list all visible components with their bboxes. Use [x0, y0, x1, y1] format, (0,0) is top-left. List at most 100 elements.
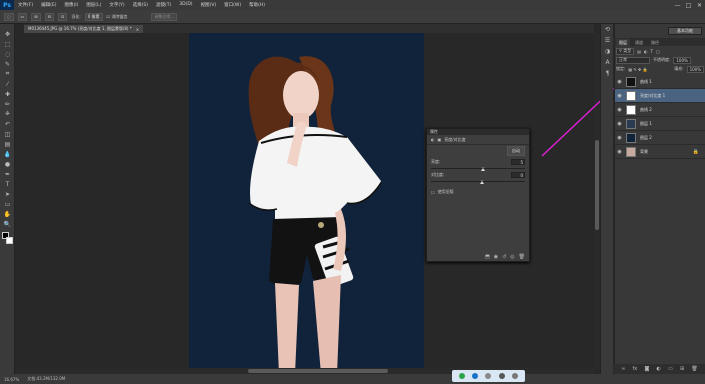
shape-tool-icon[interactable]: ▭ — [0, 200, 15, 208]
menu-item[interactable]: 图层(L) — [82, 2, 105, 8]
history-brush-tool-icon[interactable]: ↶ — [0, 120, 15, 128]
adjust-icon[interactable]: ◑ — [601, 46, 614, 57]
filter-kind-select[interactable]: ⚲ 类型 — [616, 47, 635, 55]
delete-icon[interactable]: 🗑 — [519, 254, 525, 260]
color-swatches[interactable] — [0, 232, 15, 246]
tab-close-icon[interactable]: × — [136, 27, 139, 32]
layer-name[interactable]: 背景 — [640, 149, 648, 155]
layer-row[interactable]: ◉ 图层 2 — [615, 131, 705, 145]
zoom-tool-icon[interactable]: 🔍 — [0, 220, 15, 228]
reset-icon[interactable]: ↺ — [502, 254, 506, 260]
new-layer-icon[interactable]: ⊞ — [680, 366, 684, 372]
history-icon[interactable]: ⟲ — [601, 24, 614, 35]
menu-item[interactable]: 文字(Y) — [105, 2, 128, 8]
move-tool-icon[interactable]: ✥ — [0, 30, 15, 38]
layer-thumbnail[interactable] — [626, 104, 636, 115]
new-selection-button[interactable]: ▭ — [17, 12, 28, 21]
fx-icon[interactable]: fx — [633, 366, 638, 372]
antialias-checkbox[interactable]: ☑ 消除锯齿 — [107, 14, 128, 20]
mask-icon[interactable]: ▣ — [438, 137, 442, 142]
paragraph-icon[interactable]: ¶ — [601, 68, 614, 79]
quick-select-tool-icon[interactable]: ✎ — [0, 60, 15, 68]
document-canvas[interactable] — [189, 33, 424, 374]
view-previous-icon[interactable]: ◉ — [494, 254, 498, 260]
workspace-switcher[interactable]: 基本功能 — [668, 27, 702, 35]
layer-row[interactable]: ◉ 曲线 2 — [615, 103, 705, 117]
contrast-slider-thumb[interactable] — [480, 180, 484, 184]
layer-row[interactable]: ◉ 曲线 1 — [615, 75, 705, 89]
marquee-tool-icon[interactable]: ⬚ — [0, 40, 15, 48]
ime-keyboard-icon[interactable] — [498, 373, 505, 379]
menu-item[interactable]: 滤镜(T) — [152, 2, 175, 8]
ime-punct-icon[interactable] — [485, 373, 492, 379]
gradient-tool-icon[interactable]: ▤ — [0, 140, 15, 148]
eye-icon[interactable]: ◉ — [615, 149, 624, 155]
eye-icon[interactable]: ◉ — [615, 93, 624, 99]
eyedropper-tool-icon[interactable]: ⁄ — [0, 80, 15, 88]
tool-preset-button[interactable]: ◌ — [4, 12, 14, 21]
fill-input[interactable]: 100% — [686, 65, 704, 73]
maximize-button[interactable]: □ — [683, 0, 694, 10]
layer-thumbnail[interactable] — [626, 90, 636, 101]
close-button[interactable]: ✕ — [694, 0, 705, 10]
menu-item[interactable]: 帮助(H) — [245, 2, 269, 8]
pen-tool-icon[interactable]: ✒ — [0, 170, 15, 178]
menu-item[interactable]: 文件(F) — [14, 2, 37, 8]
tab-channels[interactable]: 通道 — [632, 39, 646, 46]
menu-item[interactable]: 视图(V) — [197, 2, 221, 8]
legacy-checkbox[interactable]: ☐ — [431, 190, 435, 195]
stamp-tool-icon[interactable]: ⎈ — [0, 110, 15, 118]
zoom-level[interactable]: 16.67% — [4, 377, 19, 382]
lock-icons[interactable]: ▦ ✎ ✥ 🔒 — [628, 67, 647, 72]
eye-icon[interactable]: ◉ — [615, 121, 624, 127]
layer-name[interactable]: 曲线 1 — [640, 79, 652, 85]
layer-thumbnail[interactable] — [626, 132, 636, 143]
layer-name[interactable]: 亮度/对比度 1 — [640, 93, 665, 99]
adjustment-layer-icon[interactable]: ◐ — [657, 366, 661, 372]
background-color[interactable] — [6, 237, 13, 244]
eye-icon[interactable]: ◉ — [615, 135, 624, 141]
layer-row[interactable]: ◉ 亮度/对比度 1 — [615, 89, 705, 103]
contrast-input[interactable]: 0 — [511, 172, 525, 178]
contrast-slider[interactable] — [431, 180, 525, 184]
hand-tool-icon[interactable]: ✋ — [0, 210, 15, 218]
brush-tool-icon[interactable]: ✏ — [0, 100, 15, 108]
lasso-tool-icon[interactable]: ◌ — [0, 50, 15, 58]
subtract-selection-button[interactable]: ⊟ — [44, 12, 54, 21]
link-icon[interactable]: ∞ — [621, 366, 625, 372]
layer-row[interactable]: ◉ 图层 1 — [615, 117, 705, 131]
character-icon[interactable]: A — [601, 57, 614, 68]
menu-item[interactable]: 图像(I) — [60, 2, 82, 8]
layer-thumbnail[interactable] — [626, 146, 636, 157]
filter-shape-icon[interactable]: ▢ — [656, 49, 660, 54]
blend-mode-select[interactable]: 正常 — [616, 56, 650, 64]
menu-item[interactable]: 3D(D) — [175, 2, 196, 8]
auto-button[interactable]: 自动 — [507, 146, 525, 156]
layer-row[interactable]: ◉ 背景 🔒 — [615, 145, 705, 159]
menu-item[interactable]: 选择(S) — [129, 2, 152, 8]
layer-thumbnail[interactable] — [626, 118, 636, 129]
minimize-button[interactable]: — — [672, 0, 683, 10]
path-select-tool-icon[interactable]: ➤ — [0, 190, 15, 198]
ime-logo-icon[interactable] — [459, 373, 466, 379]
horizontal-scroll-thumb[interactable] — [248, 369, 388, 373]
feather-input[interactable]: 0 像素 — [84, 12, 103, 21]
layer-name[interactable]: 图层 2 — [640, 135, 652, 141]
add-mask-icon[interactable]: ◙ — [644, 366, 649, 372]
crop-tool-icon[interactable]: ⌗ — [0, 70, 15, 78]
trash-icon[interactable]: 🗑 — [691, 366, 697, 372]
intersect-selection-button[interactable]: ⊡ — [58, 12, 68, 21]
layer-name[interactable]: 图层 1 — [640, 121, 652, 127]
tab-layers[interactable]: 图层 — [616, 39, 630, 46]
eye-icon[interactable]: ◉ — [615, 107, 624, 113]
document-tab[interactable]: M0136445.JPG @ 16.7% (亮度/对比度 1, 图层蒙版/8) … — [24, 25, 144, 33]
layer-thumbnail[interactable] — [626, 76, 636, 87]
ime-lang-icon[interactable] — [472, 373, 479, 379]
filter-adjust-icon[interactable]: ◐ — [644, 49, 648, 54]
healing-tool-icon[interactable]: ✚ — [0, 90, 15, 98]
menu-item[interactable]: 窗口(W) — [220, 2, 245, 8]
brightness-slider-thumb[interactable] — [480, 167, 485, 171]
eraser-tool-icon[interactable]: ◫ — [0, 130, 15, 138]
filter-text-icon[interactable]: T — [650, 49, 652, 54]
layer-name[interactable]: 曲线 2 — [640, 107, 652, 113]
